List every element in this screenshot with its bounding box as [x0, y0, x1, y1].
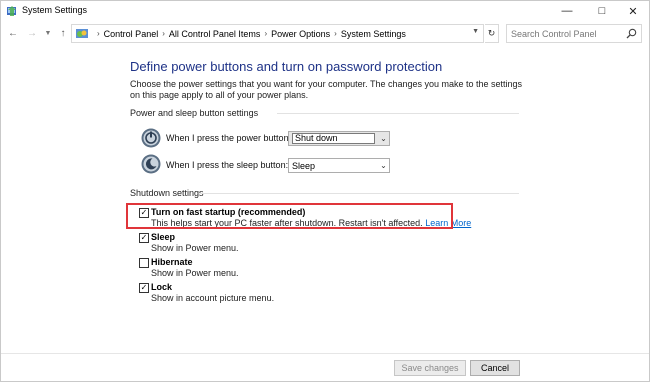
checkmark-icon: ✓ [140, 233, 148, 242]
hibernate-option-description: Show in Power menu. [151, 268, 239, 278]
lock-checkbox[interactable]: ✓ [139, 283, 149, 293]
address-dropdown-icon[interactable]: ▼ [472, 28, 479, 35]
close-icon: ✕ [628, 5, 638, 18]
shutdown-group-label: Shutdown settings [130, 188, 204, 198]
checkmark-icon: ✓ [140, 283, 148, 292]
sleep-option-description: Show in Power menu. [151, 243, 239, 253]
search-box [506, 24, 642, 43]
forward-arrow-icon: → [27, 27, 37, 39]
search-icon[interactable] [626, 28, 637, 39]
hibernate-option-title: Hibernate [151, 257, 193, 267]
sleep-button-label: When I press the sleep button: [166, 160, 289, 170]
minimize-button[interactable]: — [551, 1, 583, 21]
cancel-button[interactable]: Cancel [470, 360, 520, 376]
search-input[interactable] [511, 27, 621, 41]
power-options-app-icon [7, 6, 16, 16]
back-button[interactable]: ← [6, 25, 20, 41]
power-button-label: When I press the power button: [166, 133, 292, 143]
breadcrumb-control-panel[interactable]: Control Panel [104, 29, 159, 39]
chevron-down-icon: ▼ [44, 29, 52, 37]
up-arrow-icon: ↑ [60, 27, 66, 39]
title-bar: System Settings — □ ✕ [1, 1, 649, 21]
hibernate-checkbox[interactable] [139, 258, 149, 268]
refresh-icon: ↻ [487, 28, 496, 38]
page-title: Define power buttons and turn on passwor… [130, 59, 443, 74]
fast-startup-highlight [126, 203, 453, 229]
refresh-button[interactable]: ↻ [485, 24, 499, 43]
breadcrumb-separator: › [97, 29, 100, 38]
breadcrumb-separator: › [334, 29, 337, 38]
breadcrumb-separator: › [264, 29, 268, 38]
back-arrow-icon: ← [8, 27, 18, 39]
sleep-icon [141, 154, 161, 174]
control-panel-icon [76, 28, 88, 38]
breadcrumb-power-options[interactable]: Power Options [271, 29, 330, 39]
save-changes-button[interactable]: Save changes [394, 360, 466, 376]
sleep-button-select[interactable]: Sleep ⌄ [288, 158, 390, 173]
page-description: Choose the power settings that you want … [130, 79, 523, 100]
power-button-select[interactable]: Shut down ⌄ [288, 131, 390, 146]
group-divider [277, 113, 519, 114]
up-button[interactable]: ↑ [57, 25, 69, 41]
sleep-checkbox[interactable]: ✓ [139, 233, 149, 243]
chevron-down-icon: ⌄ [380, 134, 387, 143]
sleep-button-value: Sleep [292, 160, 316, 171]
breadcrumb[interactable]: › Control Panel › All Control Panel Item… [71, 24, 484, 43]
close-button[interactable]: ✕ [617, 1, 649, 21]
power-icon [141, 128, 161, 148]
maximize-button[interactable]: □ [586, 1, 618, 21]
window-title: System Settings [22, 5, 88, 15]
system-settings-window: System Settings — □ ✕ ← → ▼ ↑ › Control … [0, 0, 650, 382]
breadcrumb-all-items[interactable]: All Control Panel Items [169, 29, 261, 39]
sleep-option-title: Sleep [151, 232, 176, 242]
chevron-down-icon: ⌄ [380, 161, 387, 170]
power-sleep-group-label: Power and sleep button settings [130, 108, 259, 118]
address-bar: ← → ▼ ↑ › Control Panel › All Control Pa… [1, 23, 649, 44]
lock-option-title: Lock [151, 282, 173, 292]
breadcrumb-separator: › [162, 29, 165, 38]
forward-button[interactable]: → [25, 25, 39, 41]
recent-locations-button[interactable]: ▼ [43, 25, 53, 41]
maximize-icon: □ [598, 5, 606, 17]
power-button-value: Shut down [292, 133, 375, 144]
minimize-icon: — [561, 5, 573, 17]
breadcrumb-system-settings[interactable]: System Settings [341, 29, 406, 39]
footer-divider [1, 353, 649, 354]
lock-option-description: Show in account picture menu. [151, 293, 275, 303]
group-divider [200, 193, 519, 194]
